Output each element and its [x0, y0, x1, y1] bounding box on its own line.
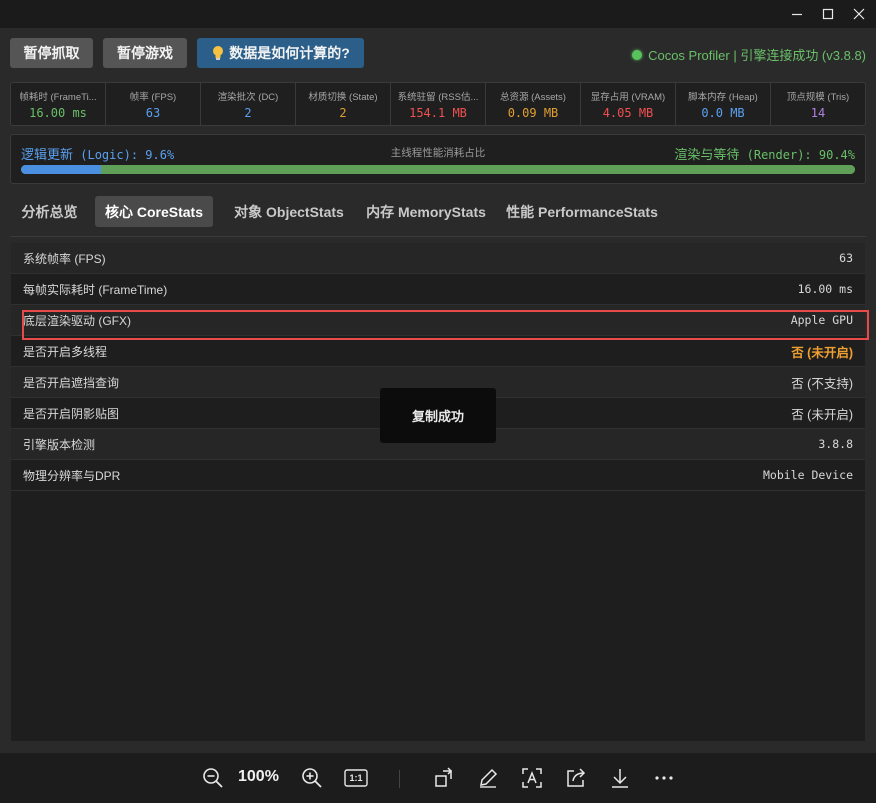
- stat-cell: 系统驻留 (RSS估... 154.1 MB: [391, 83, 486, 125]
- row-key: 是否开启阴影贴图: [23, 406, 120, 421]
- table-row[interactable]: 是否开启多线程 否 (未开启): [11, 336, 865, 367]
- thread-ratio-panel: 逻辑更新 (Logic): 9.6% 主线程性能消耗占比 渲染与等待 (Rend…: [10, 134, 866, 184]
- table-row[interactable]: 底层渲染驱动 (GFX) Apple GPU: [11, 305, 865, 336]
- status-dot-icon: [632, 49, 643, 60]
- render-label: 渲染与等待: [674, 147, 740, 162]
- rotate-icon[interactable]: [432, 766, 456, 790]
- maximize-icon[interactable]: [813, 0, 843, 28]
- stat-cell: 帧率 (FPS) 63: [106, 83, 201, 125]
- stat-label: 系统驻留 (RSS估...: [397, 92, 479, 103]
- row-value: 否 (不支持): [791, 376, 853, 391]
- row-key: 是否开启多线程: [23, 344, 108, 359]
- render-value: (Render): 90.4%: [746, 148, 855, 162]
- toolbar-divider: [399, 770, 400, 788]
- row-key: 底层渲染驱动 (GFX): [23, 313, 131, 328]
- close-icon[interactable]: [844, 0, 874, 28]
- stat-label: 材质切换 (State): [308, 92, 378, 103]
- pause-game-label: 暂停游戏: [117, 45, 173, 61]
- stat-cell: 总资源 (Assets) 0.09 MB: [486, 83, 581, 125]
- how-calculated-label: 数据是如何计算的?: [229, 45, 350, 61]
- row-value: 否 (未开启): [791, 345, 853, 360]
- stat-value: 2: [244, 106, 252, 120]
- table-row[interactable]: 物理分辨率与DPR Mobile Device: [11, 460, 865, 491]
- stat-value: 2: [339, 106, 347, 120]
- viewer-toolbar: 100% 1:1: [0, 753, 876, 803]
- pause-game-button[interactable]: 暂停游戏: [103, 38, 187, 68]
- status-text: Cocos Profiler | 引擎连接成功 (v3.8.8): [648, 48, 866, 63]
- logic-bar-fill: [21, 165, 102, 174]
- zoom-in-icon[interactable]: [300, 766, 324, 790]
- row-key: 每帧实际耗时 (FrameTime): [23, 282, 168, 297]
- stat-value: 14: [810, 106, 826, 120]
- tab-bar: 分析总览 核心 CoreStats 对象 ObjectStats 内存 Memo…: [10, 196, 866, 228]
- row-value: 16.00 ms: [797, 282, 853, 296]
- edit-pen-icon[interactable]: [476, 766, 500, 790]
- stat-cell: 顶点规模 (Tris) 14: [771, 83, 865, 125]
- row-value: 63: [839, 251, 853, 265]
- stat-label: 脚本内存 (Heap): [688, 92, 758, 103]
- share-icon[interactable]: [564, 766, 588, 790]
- stat-label: 顶点规模 (Tris): [786, 92, 850, 103]
- row-value: 否 (未开启): [791, 407, 853, 422]
- text-recognition-icon[interactable]: [520, 766, 544, 790]
- row-key: 物理分辨率与DPR: [23, 468, 121, 483]
- render-bar-fill: [101, 165, 855, 174]
- pause-capture-button[interactable]: 暂停抓取: [10, 38, 93, 68]
- stat-value: 63: [145, 106, 161, 120]
- how-calculated-button[interactable]: 数据是如何计算的?: [197, 38, 364, 68]
- pause-capture-label: 暂停抓取: [23, 45, 80, 61]
- connection-status: Cocos Profiler | 引擎连接成功 (v3.8.8): [632, 45, 866, 64]
- row-key: 引擎版本检测: [23, 437, 96, 452]
- stat-cell: 材质切换 (State) 2: [296, 83, 391, 125]
- minimize-icon[interactable]: [782, 0, 812, 28]
- tab-objectstats[interactable]: 对象 ObjectStats: [221, 196, 357, 227]
- zoom-level: 100%: [238, 768, 279, 785]
- lightbulb-icon: [211, 45, 225, 61]
- stat-cell: 渲染批次 (DC) 2: [201, 83, 296, 125]
- stat-value: 16.00 ms: [29, 106, 87, 120]
- table-row[interactable]: 系统帧率 (FPS) 63: [11, 243, 865, 274]
- stat-value: 154.1 MB: [409, 106, 467, 120]
- stat-cell: 帧耗时 (FrameTi... 16.00 ms: [11, 83, 106, 125]
- table-row[interactable]: 每帧实际耗时 (FrameTime) 16.00 ms: [11, 274, 865, 305]
- stat-label: 帧耗时 (FrameTi...: [19, 92, 97, 103]
- row-key: 是否开启遮挡查询: [23, 375, 120, 390]
- tab-memorystats[interactable]: 内存 MemoryStats: [357, 196, 495, 227]
- stat-cell: 脚本内存 (Heap) 0.0 MB: [676, 83, 771, 125]
- download-icon[interactable]: [608, 766, 632, 790]
- stat-value: 4.05 MB: [602, 106, 654, 120]
- stat-label: 显存占用 (VRAM): [590, 92, 666, 103]
- stat-cell: 显存占用 (VRAM) 4.05 MB: [581, 83, 676, 125]
- ratio-bar: [21, 165, 855, 174]
- row-value: 3.8.8: [818, 437, 853, 451]
- row-key: 系统帧率 (FPS): [23, 251, 106, 266]
- stat-label: 渲染批次 (DC): [217, 92, 279, 103]
- row-value: Apple GPU: [790, 313, 853, 327]
- render-ratio: 渲染与等待 (Render): 90.4%: [674, 144, 855, 163]
- copy-success-toast: 复制成功: [380, 388, 496, 443]
- tab-performancestats[interactable]: 性能 PerformanceStats: [503, 196, 661, 227]
- stat-label: 帧率 (FPS): [129, 92, 177, 103]
- stat-label: 总资源 (Assets): [500, 92, 566, 103]
- corestats-table: 系统帧率 (FPS) 63 每帧实际耗时 (FrameTime) 16.00 m…: [11, 243, 865, 741]
- profiler-app: 暂停抓取 暂停游戏 数据是如何计算的? Cocos Profiler | 引擎连…: [0, 28, 876, 753]
- zoom-out-icon[interactable]: [201, 766, 225, 790]
- actual-size-button[interactable]: 1:1: [343, 766, 369, 790]
- tab-overview[interactable]: 分析总览: [10, 196, 89, 227]
- window-titlebar: [0, 0, 876, 28]
- toolbar: 暂停抓取 暂停游戏 数据是如何计算的? Cocos Profiler | 引擎连…: [10, 38, 866, 70]
- stat-value: 0.09 MB: [507, 106, 559, 120]
- tab-corestats[interactable]: 核心 CoreStats: [95, 196, 213, 227]
- stat-value: 0.0 MB: [701, 106, 745, 120]
- more-options-icon[interactable]: [652, 766, 676, 790]
- stats-strip: 帧耗时 (FrameTi... 16.00 ms 帧率 (FPS) 63 渲染批次 (D…: [10, 82, 866, 126]
- row-value: Mobile Device: [762, 468, 853, 482]
- actual-size-label: 1:1: [349, 773, 363, 783]
- tab-divider: [10, 236, 866, 237]
